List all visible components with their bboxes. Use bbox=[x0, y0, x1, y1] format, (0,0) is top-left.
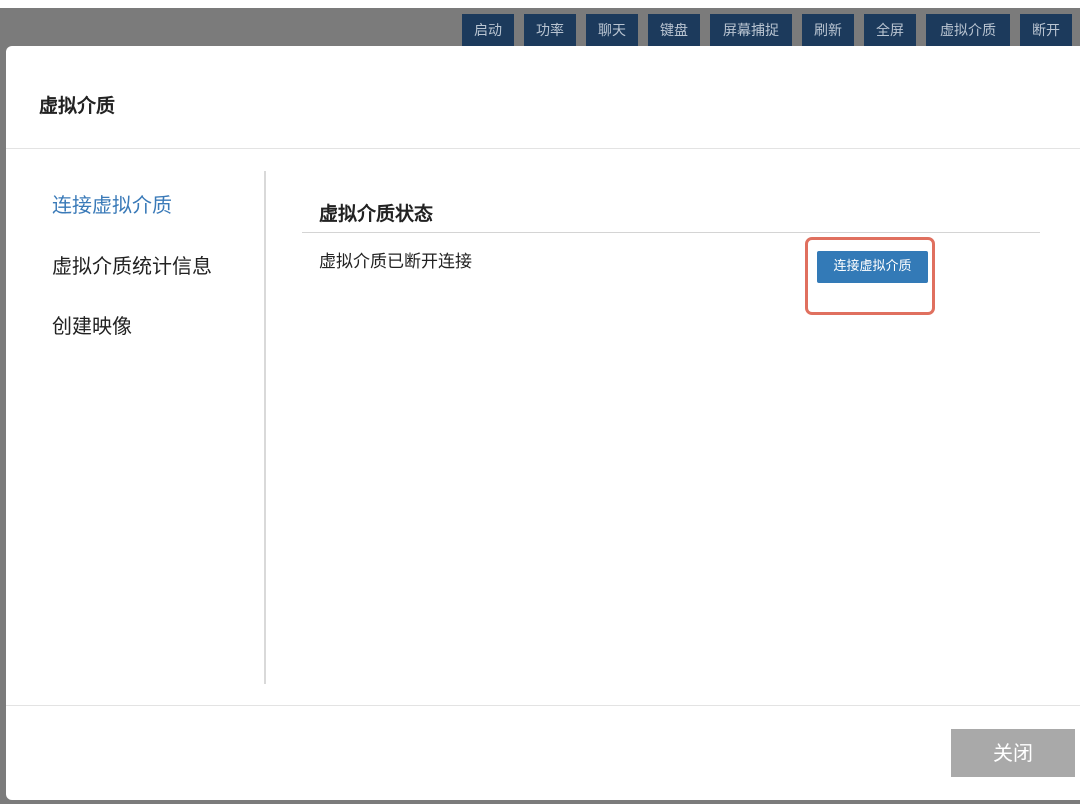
dialog-title: 虚拟介质 bbox=[39, 95, 116, 117]
footer-divider bbox=[6, 705, 1080, 706]
virtual-media-status: 虚拟介质已断开连接 bbox=[319, 252, 472, 272]
virtual-media-dialog: 虚拟介质 连接虚拟介质 虚拟介质统计信息 创建映像 虚拟介质状态 虚拟介质已断开… bbox=[6, 46, 1080, 800]
dialog-sidebar: 连接虚拟介质 虚拟介质统计信息 创建映像 bbox=[6, 149, 264, 684]
top-strip bbox=[0, 0, 1080, 8]
dialog-header: 虚拟介质 bbox=[6, 46, 1080, 149]
sidebar-item-virtual-media-statistics[interactable]: 虚拟介质统计信息 bbox=[52, 250, 212, 279]
sidebar-item-create-image[interactable]: 创建映像 bbox=[52, 310, 132, 339]
toolbar-button-virtual-media[interactable]: 虚拟介质 bbox=[926, 14, 1010, 48]
toolbar-button-keyboard[interactable]: 键盘 bbox=[648, 14, 700, 48]
console-toolbar: 启动 功率 聊天 键盘 屏幕捕捉 刷新 全屏 虚拟介质 断开 bbox=[462, 14, 1072, 48]
toolbar-button-disconnect[interactable]: 断开 bbox=[1020, 14, 1072, 48]
toolbar-button-chat[interactable]: 聊天 bbox=[586, 14, 638, 48]
section-divider bbox=[302, 232, 1040, 233]
toolbar-button-launch[interactable]: 启动 bbox=[462, 14, 514, 48]
section-title: 虚拟介质状态 bbox=[319, 203, 434, 225]
sidebar-item-connect-virtual-media[interactable]: 连接虚拟介质 bbox=[52, 189, 172, 218]
toolbar-button-power[interactable]: 功率 bbox=[524, 14, 576, 48]
toolbar-button-fullscreen[interactable]: 全屏 bbox=[864, 14, 916, 48]
toolbar-button-screen-capture[interactable]: 屏幕捕捉 bbox=[710, 14, 792, 48]
sidebar-divider bbox=[264, 171, 266, 684]
connect-virtual-media-button[interactable]: 连接虚拟介质 bbox=[817, 251, 928, 283]
close-button[interactable]: 关闭 bbox=[951, 729, 1075, 777]
toolbar-button-refresh[interactable]: 刷新 bbox=[802, 14, 854, 48]
